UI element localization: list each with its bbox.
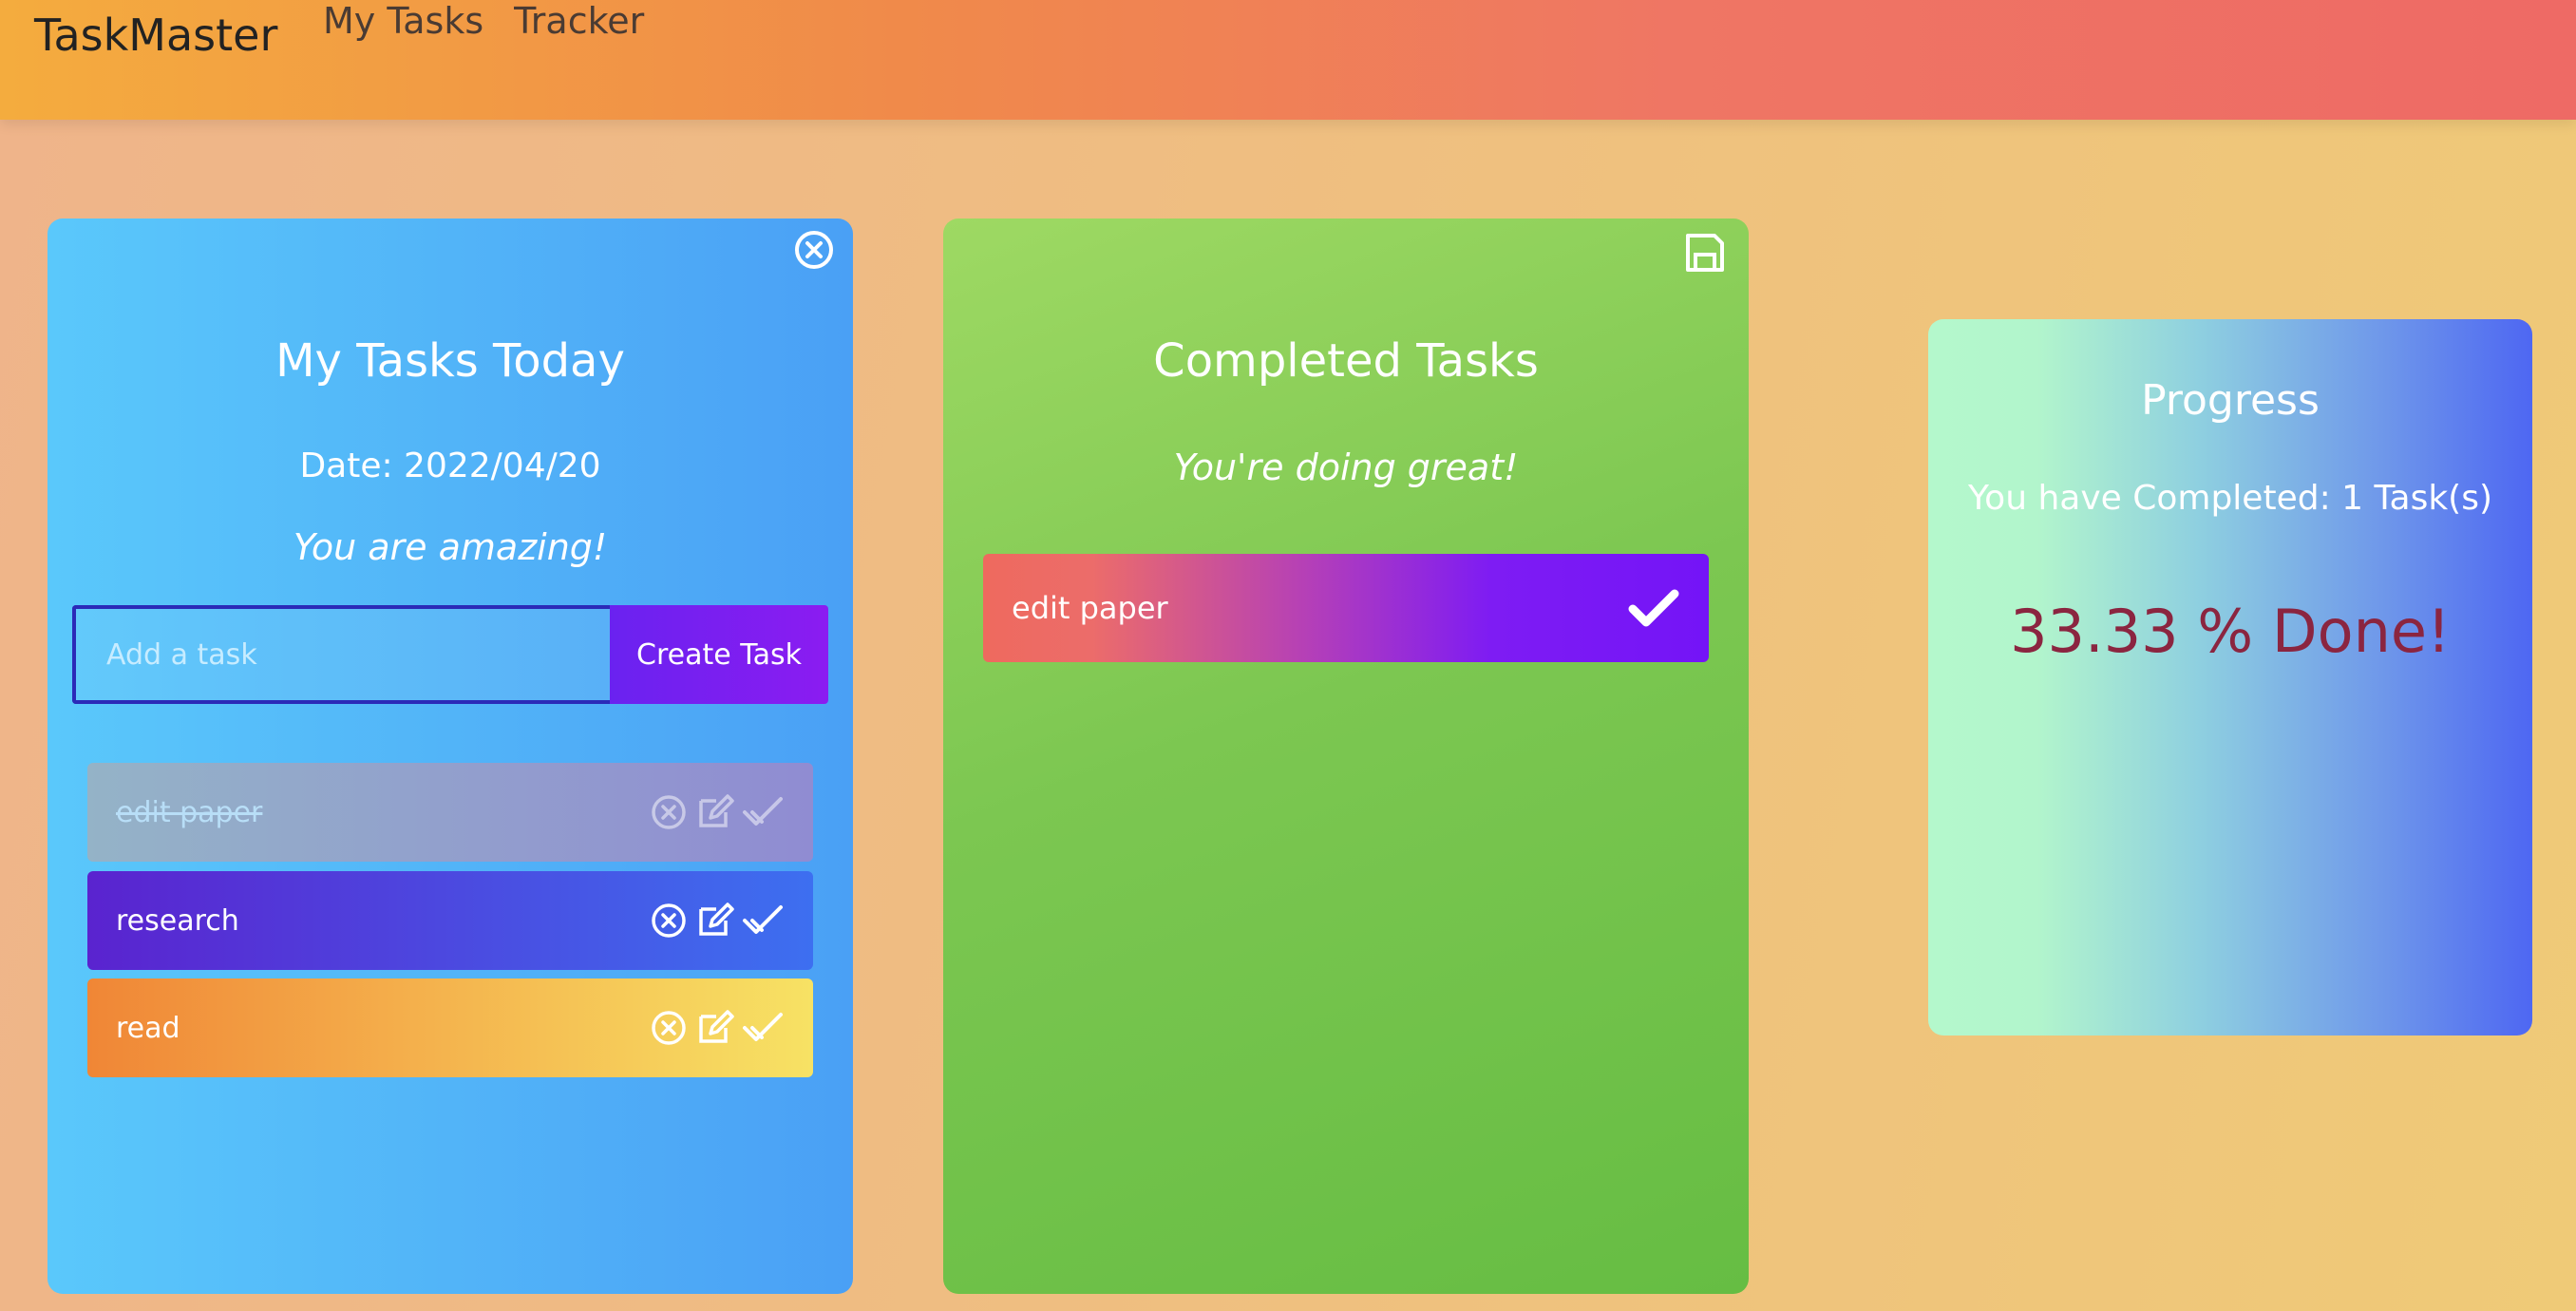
nav-tracker[interactable]: Tracker bbox=[514, 0, 644, 42]
nav-my-tasks[interactable]: My Tasks bbox=[323, 0, 483, 42]
task-label: read bbox=[116, 1011, 180, 1045]
create-task-button[interactable]: Create Task bbox=[610, 605, 828, 704]
top-navbar: TaskMaster My Tasks Tracker bbox=[0, 0, 2576, 120]
check-icon bbox=[1625, 584, 1682, 632]
completed-motto: You're doing great! bbox=[1173, 446, 1519, 488]
my-tasks-title: My Tasks Today bbox=[275, 334, 625, 388]
double-check-icon[interactable] bbox=[741, 1007, 786, 1049]
completed-task-item[interactable]: edit paper bbox=[983, 554, 1709, 662]
progress-percent: 33.33 % Done! bbox=[2010, 597, 2451, 666]
completed-task-label: edit paper bbox=[1012, 590, 1168, 626]
brand-logo-text[interactable]: TaskMaster bbox=[34, 10, 277, 61]
tasks-motto: You are amazing! bbox=[293, 526, 608, 568]
progress-card: Progress You have Completed: 1 Task(s) 3… bbox=[1928, 319, 2532, 1036]
task-label: edit paper bbox=[116, 795, 263, 829]
close-circle-icon[interactable] bbox=[648, 791, 690, 833]
edit-icon[interactable] bbox=[691, 791, 739, 833]
task-row[interactable]: research bbox=[87, 871, 813, 970]
close-circle-icon[interactable] bbox=[648, 900, 690, 941]
task-actions bbox=[648, 791, 786, 833]
completed-tasks-card: Completed Tasks You're doing great! bbox=[943, 218, 1749, 1294]
edit-icon[interactable] bbox=[691, 900, 739, 941]
my-tasks-card: My Tasks Today Date: 2022/04/20 You are … bbox=[47, 218, 853, 1294]
add-task-input[interactable] bbox=[72, 605, 610, 704]
add-task-form: Create Task bbox=[72, 605, 828, 704]
task-actions bbox=[648, 1007, 786, 1049]
main-nav: My Tasks Tracker bbox=[323, 0, 644, 42]
date-label: Date: 2022/04/20 bbox=[299, 446, 601, 485]
edit-icon[interactable] bbox=[691, 1007, 739, 1049]
double-check-icon[interactable] bbox=[741, 900, 786, 941]
floppy-disk-icon[interactable] bbox=[1682, 230, 1728, 279]
task-label: research bbox=[116, 903, 239, 938]
close-circle-icon[interactable] bbox=[648, 1007, 690, 1049]
progress-title: Progress bbox=[2141, 376, 2320, 425]
task-row[interactable]: edit paper bbox=[87, 763, 813, 862]
close-icon[interactable] bbox=[792, 228, 836, 276]
task-actions bbox=[648, 900, 786, 941]
progress-summary: You have Completed: 1 Task(s) bbox=[1967, 479, 2493, 518]
double-check-icon[interactable] bbox=[741, 791, 786, 833]
completed-tasks-title: Completed Tasks bbox=[1153, 334, 1539, 388]
task-row[interactable]: read bbox=[87, 978, 813, 1077]
